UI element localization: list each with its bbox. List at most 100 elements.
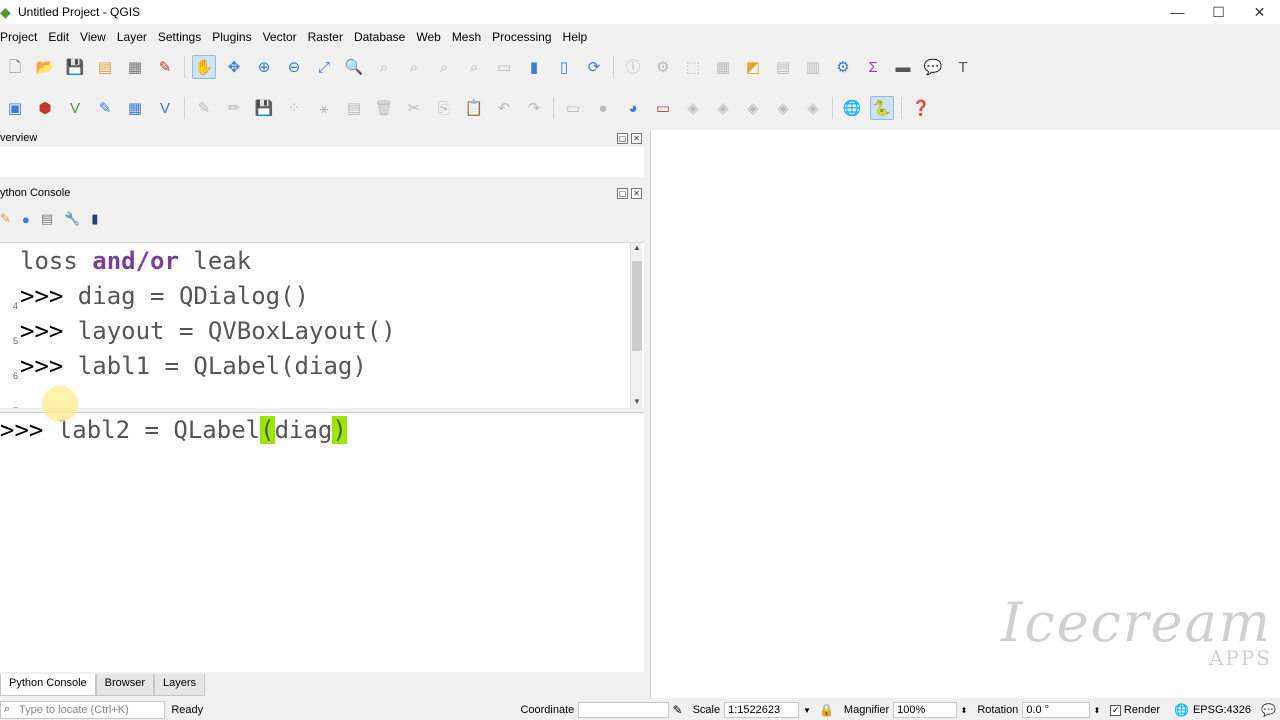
new-map-view-icon[interactable]: ▭: [492, 55, 516, 79]
modify-attributes-icon[interactable]: ▤: [342, 96, 366, 120]
highlight-labels-icon[interactable]: ▭: [651, 96, 675, 120]
rotate-label-icon[interactable]: ◈: [711, 96, 735, 120]
globe-icon[interactable]: 🌐: [840, 96, 864, 120]
show-hide-labels-icon[interactable]: ◈: [771, 96, 795, 120]
menu-database[interactable]: Database: [354, 30, 412, 44]
scale-combo[interactable]: 1:1522623: [724, 702, 800, 718]
add-vector-layer-icon[interactable]: V: [63, 96, 87, 120]
menu-edit[interactable]: Edit: [48, 30, 76, 44]
change-label-icon[interactable]: ◈: [741, 96, 765, 120]
help-icon[interactable]: ❓: [909, 96, 933, 120]
messages-icon[interactable]: 💬: [1261, 703, 1276, 717]
extents-toggle-icon[interactable]: ✎: [673, 703, 683, 717]
menu-mesh[interactable]: Mesh: [452, 30, 488, 44]
digitize-icon[interactable]: ✎: [93, 96, 117, 120]
layer-diagram-icon[interactable]: ◕: [621, 96, 645, 120]
attribute-table-icon[interactable]: ▤: [771, 55, 795, 79]
lock-scale-icon[interactable]: 🔒: [819, 703, 834, 717]
new-print-layout-icon[interactable]: ▤: [93, 55, 117, 79]
field-calculator-icon[interactable]: ▥: [801, 55, 825, 79]
map-canvas[interactable]: Icecream APPS: [650, 130, 1280, 698]
clear-console-icon[interactable]: ✎: [0, 211, 11, 227]
tab-layers[interactable]: Layers: [154, 674, 206, 696]
zoom-in-icon[interactable]: ⊕: [252, 55, 276, 79]
measure-line-icon[interactable]: ▬: [891, 55, 915, 79]
zoom-selection-icon[interactable]: 🔍: [342, 55, 366, 79]
python-console-icon[interactable]: 🐍: [870, 96, 894, 120]
stepper-icon[interactable]: ⬍: [961, 706, 968, 715]
cut-features-icon[interactable]: ✂: [402, 96, 426, 120]
menu-web[interactable]: Web: [416, 30, 447, 44]
pan-to-selection-icon[interactable]: ✥: [222, 55, 246, 79]
menu-processing[interactable]: Processing: [492, 30, 558, 44]
data-source-manager-icon[interactable]: ▣: [3, 96, 27, 120]
stepper-icon[interactable]: ⬍: [1094, 706, 1101, 715]
console-input-area[interactable]: >>> labl2 = QLabel ( diag ): [0, 412, 644, 672]
menu-layer[interactable]: Layer: [117, 30, 154, 44]
map-tips-icon[interactable]: 💬: [921, 55, 945, 79]
zoom-next-icon[interactable]: ⌕: [462, 55, 486, 79]
zoom-last-icon[interactable]: ⌕: [432, 55, 456, 79]
identify-features-icon[interactable]: ⓘ: [621, 55, 645, 79]
zoom-out-icon[interactable]: ⊖: [282, 55, 306, 79]
console-output-scrollbar[interactable]: ▲ ▼: [630, 243, 642, 408]
menu-plugins[interactable]: Plugins: [212, 30, 258, 44]
magnifier-spinbox[interactable]: 100%: [893, 702, 957, 718]
label-pin-icon[interactable]: ●: [591, 96, 615, 120]
undo-icon[interactable]: ↶: [492, 96, 516, 120]
statistical-summary-icon[interactable]: Σ: [861, 55, 885, 79]
save-edits-icon[interactable]: 💾: [252, 96, 276, 120]
processing-toolbox-icon[interactable]: ⚙: [831, 55, 855, 79]
close-panel-icon[interactable]: ✕: [631, 133, 642, 144]
render-checkbox[interactable]: ✓: [1110, 704, 1121, 716]
zoom-layer-icon[interactable]: ⌕: [372, 55, 396, 79]
crs-label[interactable]: EPSG:4326: [1193, 704, 1251, 716]
float-panel-icon[interactable]: ▢: [617, 133, 628, 144]
options-icon[interactable]: 🔧: [64, 211, 80, 227]
console-help-icon[interactable]: ▮: [91, 211, 98, 227]
add-raster-layer-icon[interactable]: ▦: [123, 96, 147, 120]
chevron-down-icon[interactable]: ▼: [803, 706, 811, 715]
deselect-features-icon[interactable]: ◩: [741, 55, 765, 79]
temporal-controller-icon[interactable]: ▮: [522, 55, 546, 79]
redo-icon[interactable]: ↷: [522, 96, 546, 120]
bookmarks-icon[interactable]: ▯: [552, 55, 576, 79]
new-geopackage-layer-icon[interactable]: ⬢: [33, 96, 57, 120]
rotation-spinbox[interactable]: 0.0 °: [1022, 702, 1090, 718]
scrollbar-thumb[interactable]: [632, 261, 642, 351]
locator-search[interactable]: ⌕ Type to locate (Ctrl+K): [0, 701, 166, 719]
close-panel-icon[interactable]: ✕: [631, 188, 642, 199]
text-annotation-icon[interactable]: T: [951, 55, 975, 79]
open-project-icon[interactable]: 📂: [33, 55, 57, 79]
menu-settings[interactable]: Settings: [158, 30, 208, 44]
show-editor-icon[interactable]: ▤: [41, 211, 53, 227]
close-button[interactable]: ✕: [1239, 0, 1280, 24]
select-features-icon[interactable]: ⬚: [681, 55, 705, 79]
menu-raster[interactable]: Raster: [308, 30, 350, 44]
style-manager-icon[interactable]: ✎: [153, 55, 177, 79]
current-edits-icon[interactable]: ✎: [192, 96, 216, 120]
crs-globe-icon[interactable]: 🌐: [1174, 703, 1189, 717]
run-feature-action-icon[interactable]: ⚙: [651, 55, 675, 79]
maximize-button[interactable]: ☐: [1198, 0, 1239, 24]
menu-project[interactable]: Project: [0, 30, 44, 44]
zoom-full-icon[interactable]: ⤢: [312, 55, 336, 79]
console-output-area[interactable]: loss and/or leak 4 >>> diag = QDialog() …: [0, 242, 644, 408]
minimize-button[interactable]: —: [1157, 0, 1198, 24]
label-properties-icon[interactable]: ◈: [801, 96, 825, 120]
coordinate-field[interactable]: [578, 702, 669, 718]
copy-features-icon[interactable]: ⎘: [432, 96, 456, 120]
run-command-icon[interactable]: ●: [22, 212, 30, 227]
save-project-icon[interactable]: 💾: [63, 55, 87, 79]
pan-map-icon[interactable]: ✋: [192, 55, 216, 79]
new-project-icon[interactable]: 🗋: [3, 55, 27, 79]
vertex-tool-icon[interactable]: ⚹: [312, 96, 336, 120]
float-panel-icon[interactable]: ▢: [617, 188, 628, 199]
paste-features-icon[interactable]: 📋: [462, 96, 486, 120]
open-attribute-table-icon[interactable]: ▦: [711, 55, 735, 79]
move-label-icon[interactable]: ◈: [681, 96, 705, 120]
zoom-native-icon[interactable]: ⌕: [402, 55, 426, 79]
add-virtual-layer-icon[interactable]: V: [153, 96, 177, 120]
toggle-editing-icon[interactable]: ✏: [222, 96, 246, 120]
delete-selected-icon[interactable]: 🗑: [372, 96, 396, 120]
